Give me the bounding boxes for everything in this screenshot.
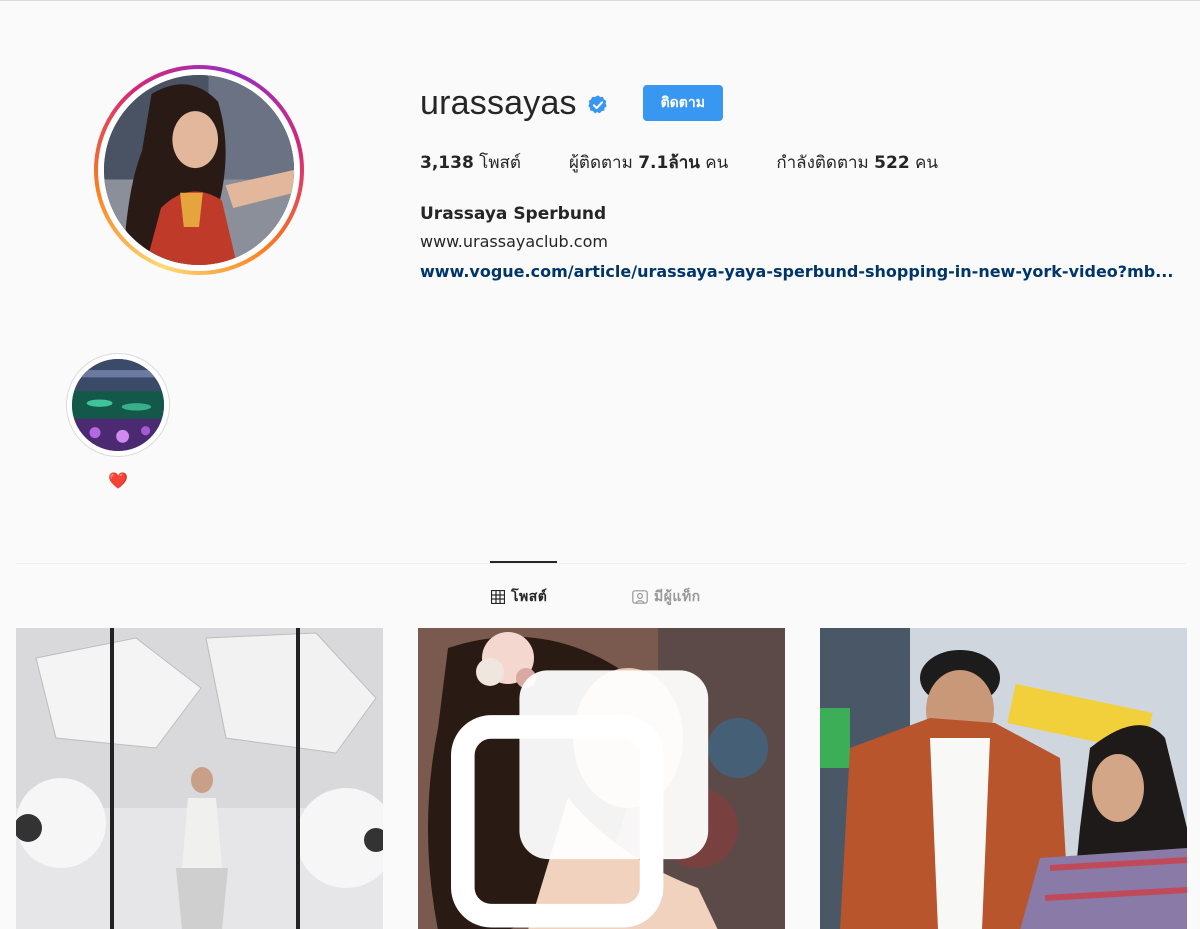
- following-stat-label: กำลังติดตาม: [776, 153, 875, 173]
- profile-page: urassayas ติดตาม 3,138 โพสต์ ผู้ติดตาม 7…: [0, 0, 1200, 929]
- tab-tagged-label: มีผู้แท็ก: [654, 589, 701, 605]
- bio-external-link[interactable]: www.vogue.com/article/urassaya-yaya-sper…: [420, 257, 1190, 287]
- followers-stat[interactable]: ผู้ติดตาม 7.1ล้าน คน: [569, 149, 728, 176]
- highlight-label: ❤️: [108, 471, 128, 490]
- post-image: [16, 628, 383, 929]
- post-thumbnail[interactable]: [16, 628, 383, 929]
- profile-username: urassayas: [420, 83, 577, 122]
- verified-badge-icon: [587, 94, 609, 116]
- followers-count: 7.1ล้าน: [638, 153, 700, 173]
- profile-full-name: Urassaya Sperbund: [420, 204, 607, 224]
- tagged-icon: [632, 590, 648, 604]
- multiple-photos-icon: [451, 670, 709, 928]
- tabs-divider: [16, 563, 1186, 564]
- profile-avatar[interactable]: [94, 65, 304, 275]
- following-stat[interactable]: กำลังติดตาม 522 คน: [776, 149, 938, 176]
- profile-bio: Urassaya Sperbund www.urassayaclub.com w…: [420, 201, 1190, 287]
- posts-stat-label: โพสต์: [473, 153, 521, 173]
- profile-stats: 3,138 โพสต์ ผู้ติดตาม 7.1ล้าน คน กำลังติ…: [420, 149, 986, 176]
- active-tab-indicator: [490, 561, 557, 563]
- tab-posts[interactable]: โพสต์: [491, 586, 547, 608]
- post-thumbnail[interactable]: [418, 628, 785, 929]
- avatar-photo: [104, 75, 294, 265]
- following-count: 522: [874, 153, 910, 173]
- story-highlight[interactable]: ❤️: [66, 353, 170, 491]
- following-unit: คน: [909, 153, 939, 173]
- highlight-image: [72, 359, 164, 451]
- followers-stat-label: ผู้ติดตาม: [568, 153, 639, 173]
- followers-unit: คน: [699, 153, 729, 173]
- bio-website-text: www.urassayaclub.com: [420, 232, 608, 251]
- posts-count: 3,138: [420, 153, 474, 173]
- posts-stat: 3,138 โพสต์: [420, 149, 521, 176]
- post-image: [820, 628, 1187, 929]
- highlight-cover[interactable]: [66, 353, 170, 457]
- tab-posts-label: โพสต์: [511, 589, 548, 605]
- follow-button[interactable]: ติดตาม: [642, 85, 723, 121]
- tab-tagged[interactable]: มีผู้แท็ก: [632, 586, 701, 608]
- post-thumbnail[interactable]: [820, 628, 1187, 929]
- grid-icon: [491, 590, 505, 604]
- username-row: urassayas ติดตาม: [420, 81, 723, 125]
